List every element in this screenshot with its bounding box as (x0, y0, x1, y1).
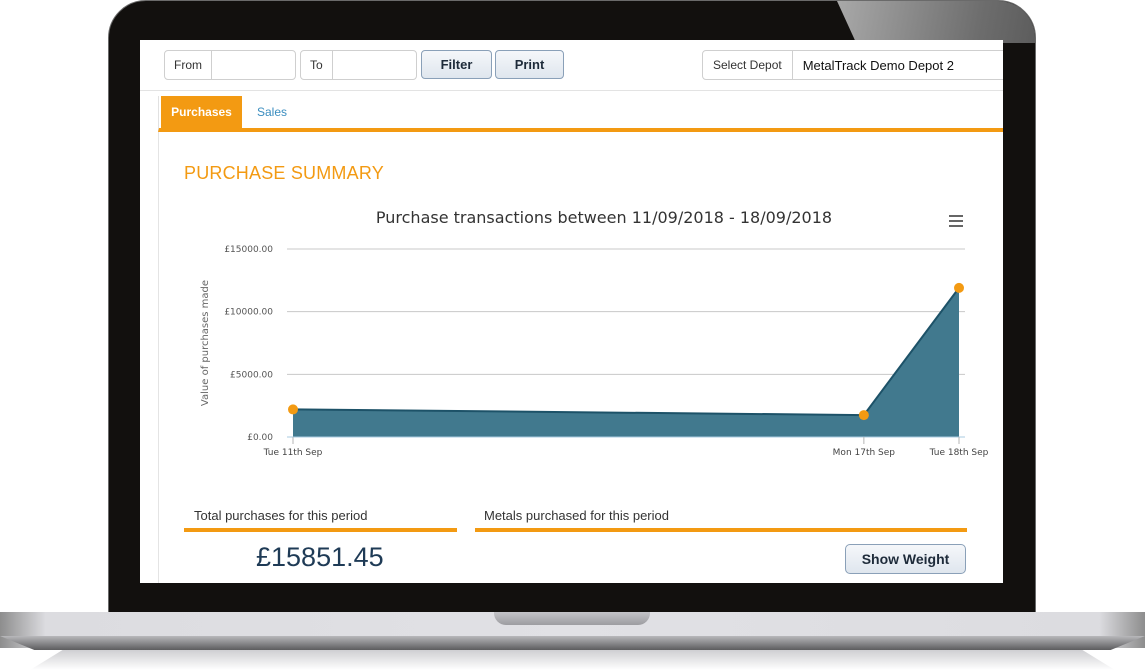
to-date-input[interactable] (332, 51, 423, 79)
y-axis-label: Value of purchases made (200, 280, 211, 406)
show-weight-button[interactable]: Show Weight (845, 544, 966, 574)
laptop-notch (494, 612, 650, 625)
metals-purchased-rule (475, 528, 967, 532)
chart-plot: £0.00 £5000.00 £10000.00 £15000.00 Value of … (200, 245, 989, 458)
data-point-marker (288, 404, 298, 415)
x-tick-label: Mon 17th Sep (833, 448, 896, 458)
from-date-input[interactable] (212, 51, 302, 79)
y-tick-label: £10000.00 (224, 308, 273, 318)
y-tick-label: £15000.00 (224, 245, 273, 255)
total-purchases-rule (184, 528, 457, 532)
filter-button[interactable]: Filter (421, 50, 492, 79)
depot-select-group: Select Depot MetalTrack Demo Depot 2 (702, 50, 1003, 80)
laptop-base-edge (0, 636, 1145, 650)
app-screen: From To Filter Print Select Depot MetalT… (140, 40, 1003, 583)
total-purchases-label: Total purchases for this period (194, 508, 368, 523)
x-tick-label: Tue 18th Sep (929, 448, 989, 458)
content-border (158, 132, 159, 583)
depot-label: Select Depot (703, 51, 793, 79)
depot-select[interactable]: MetalTrack Demo Depot 2 (793, 51, 964, 79)
tab-sales[interactable]: Sales (251, 96, 293, 128)
to-date-group: To (300, 50, 423, 80)
y-tick-label: £0.00 (247, 433, 273, 443)
x-tick-label: Tue 11th Sep (263, 448, 323, 458)
series-line (292, 287, 960, 417)
laptop-reflection (30, 650, 1115, 670)
tab-purchases[interactable]: Purchases (161, 96, 242, 128)
purchase-chart: Purchase transactions between 11/09/2018… (184, 200, 989, 470)
data-point-marker (858, 410, 869, 421)
section-title: PURCHASE SUMMARY (184, 163, 384, 183)
from-label: From (165, 51, 212, 79)
print-button[interactable]: Print (495, 50, 564, 79)
from-date-group: From (164, 50, 302, 80)
tab-bar: Purchases Sales (158, 96, 1003, 132)
data-point-marker (954, 282, 964, 293)
filter-toolbar: From To Filter Print Select Depot MetalT… (140, 40, 1003, 91)
metals-purchased-label: Metals purchased for this period (484, 508, 669, 523)
to-label: To (301, 51, 333, 79)
bezel-glare (837, 1, 1035, 43)
total-purchases-value: £15851.45 (256, 542, 384, 572)
y-tick-label: £5000.00 (230, 370, 273, 380)
